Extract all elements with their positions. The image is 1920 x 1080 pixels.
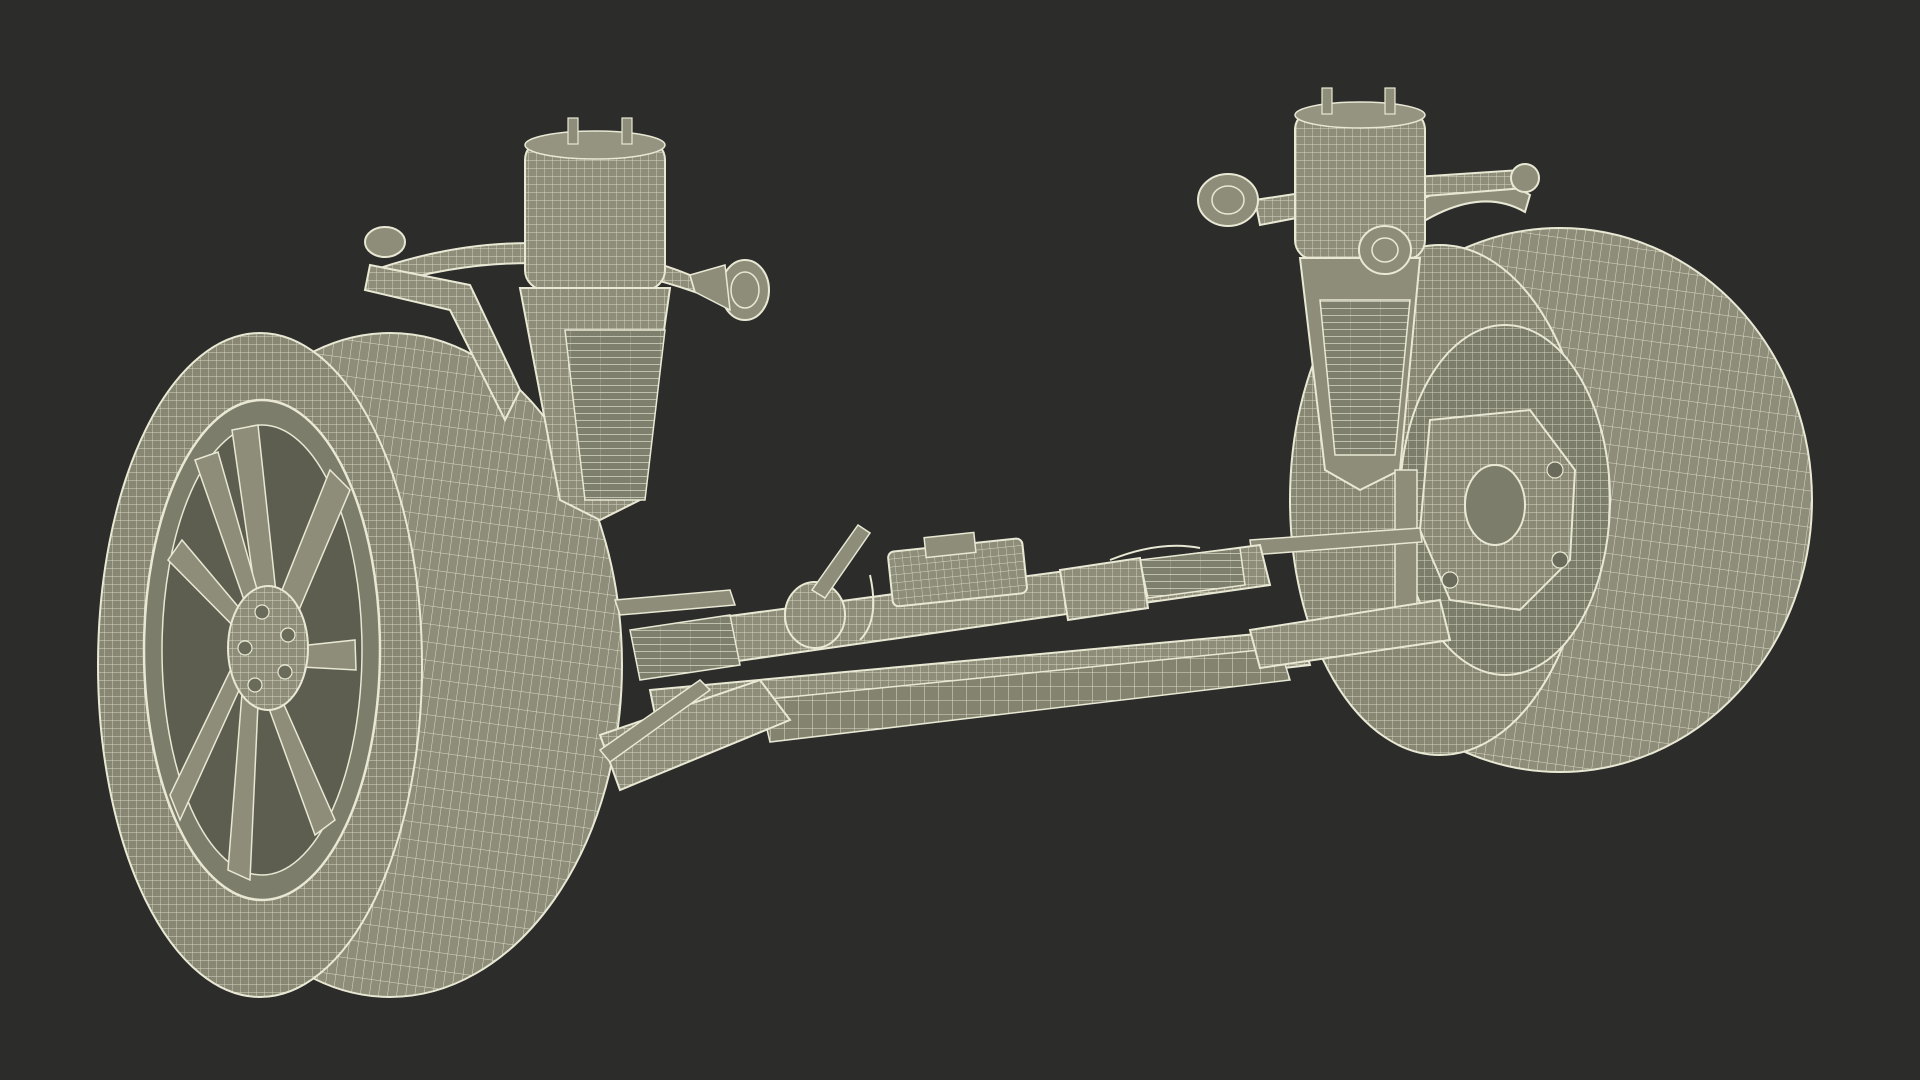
steering-shaft	[810, 523, 872, 600]
render-viewport	[0, 0, 1920, 1080]
right-arm-bushing-left	[1197, 173, 1259, 227]
left-wheel	[97, 332, 623, 998]
left-tie-rod	[613, 589, 737, 616]
wireframe-suspension-render	[97, 87, 1813, 998]
